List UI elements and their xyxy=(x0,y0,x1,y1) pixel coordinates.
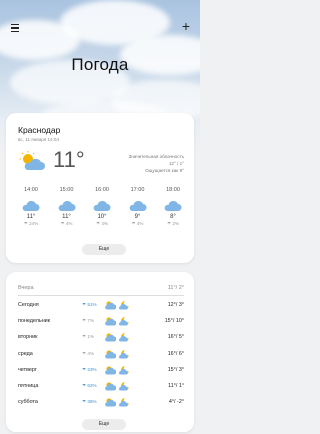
daily-row[interactable]: среда ☂ 4% 16°/ 6° xyxy=(18,349,184,359)
day-weather-icon xyxy=(105,349,116,359)
day-name: среда xyxy=(18,350,33,357)
day-temp: 12°/ 3° xyxy=(167,302,184,308)
condition-text: Значительная облачность xyxy=(128,154,184,159)
day-precip: ☂ 1% xyxy=(82,334,95,340)
hourly-item: 15:00 11° ☂ 4% xyxy=(54,187,80,227)
day-name: понедельник xyxy=(18,318,51,325)
hour-precip: ☂ 4% xyxy=(131,221,144,226)
hour-temp: 8° xyxy=(170,214,176,220)
hour-time: 15:00 xyxy=(59,187,74,193)
hour-temp: 9° xyxy=(134,214,141,220)
daily-more-button[interactable]: Еще xyxy=(82,419,126,430)
partly-cloudy-icon xyxy=(19,151,45,170)
night-weather-icon xyxy=(118,398,129,407)
day-temp: 16°/ 6° xyxy=(167,350,184,357)
hourly-item: 14:00 11° ☂ 24% xyxy=(18,187,44,227)
day-precip: ☂ 4% xyxy=(82,350,95,356)
hi-lo-text: 12° / 1° xyxy=(168,161,184,166)
daily-row[interactable]: понедельник ☂ 7% 15°/ 10° xyxy=(18,316,184,326)
day-weather-icon xyxy=(105,317,116,326)
hour-temp: 11° xyxy=(62,214,71,220)
daily-row[interactable]: четверг ☂ 23% 15°/ 3° xyxy=(18,365,184,375)
hour-temp: 11° xyxy=(26,214,36,220)
page-title: Погода xyxy=(71,55,129,74)
day-weather-icon xyxy=(105,366,116,375)
hourly-item: 17:00 9° ☂ 4% xyxy=(125,187,151,227)
cloud-icon xyxy=(58,200,75,211)
current-temperature: 11° xyxy=(53,147,85,172)
yesterday-row: Вчера 11°/ 2° xyxy=(18,285,184,291)
hour-precip: ☂ 24% xyxy=(23,221,39,226)
daily-row[interactable]: пятница ☂ 62% 11°/ 1° xyxy=(18,381,184,391)
add-location-icon[interactable]: + xyxy=(182,19,190,33)
daily-forecast-card: Вчера 11°/ 2° Сегодня ☂ 51% 12°/ 3° понедел… xyxy=(6,272,194,432)
hour-time: 16:00 xyxy=(95,187,109,193)
day-name: Сегодня xyxy=(18,302,39,308)
cloud-icon xyxy=(129,200,146,211)
night-weather-icon xyxy=(118,301,129,310)
current-date: вс, 11 января 14:04 xyxy=(18,137,60,142)
night-weather-icon xyxy=(118,365,129,375)
hour-time: 14:00 xyxy=(24,187,38,193)
day-temp: 4°/ -2° xyxy=(168,399,184,406)
top-bar: + xyxy=(0,19,200,36)
daily-row[interactable]: вторник ☂ 1% 16°/ 5° xyxy=(18,332,184,342)
day-temp: 15°/ 3° xyxy=(167,366,184,373)
night-weather-icon xyxy=(118,382,129,391)
day-weather-icon xyxy=(105,398,116,407)
daily-row[interactable]: суббота ☂ 35% 4°/ -2° xyxy=(18,397,184,407)
day-weather-icon xyxy=(105,382,116,391)
current-weather-card[interactable]: Краснодар вс, 11 января 14:04 11° Значит… xyxy=(6,113,194,263)
day-precip: ☂ 35% xyxy=(82,399,97,405)
day-name: вторник xyxy=(18,334,38,341)
hour-precip: ☂ 4% xyxy=(60,221,73,226)
cloud-icon xyxy=(164,200,182,211)
night-weather-icon xyxy=(118,333,129,342)
day-precip: ☂ 23% xyxy=(82,366,97,372)
night-weather-icon xyxy=(118,349,129,359)
day-weather-icon xyxy=(105,301,116,310)
hourly-more-button[interactable]: Еще xyxy=(82,244,126,255)
hourly-forecast: 14:00 11° ☂ 24% 15:00 11° ☂ 4% 16:00 10°… xyxy=(18,187,186,227)
current-condition-block: Значительная облачность 12° / 1° Ощущает… xyxy=(128,153,184,174)
day-precip: ☂ 62% xyxy=(82,383,97,388)
day-weather-icon xyxy=(105,333,116,342)
day-precip: ☂ 7% xyxy=(82,318,95,324)
day-precip: ☂ 51% xyxy=(82,302,97,307)
cloud-icon xyxy=(93,200,111,211)
cloud-icon xyxy=(22,200,40,211)
daily-row[interactable]: Сегодня ☂ 51% 12°/ 3° xyxy=(18,300,184,310)
night-weather-icon xyxy=(118,317,129,326)
yesterday-temp: 11°/ 2° xyxy=(167,285,184,291)
hour-time: 18:00 xyxy=(166,187,180,193)
hour-temp: 10° xyxy=(97,214,107,220)
yesterday-label: Вчера xyxy=(18,285,34,291)
day-temp: 16°/ 5° xyxy=(167,334,184,341)
menu-icon[interactable] xyxy=(11,22,21,34)
feels-like-text: Ощущается как 9° xyxy=(145,168,184,173)
hour-time: 17:00 xyxy=(130,187,145,193)
day-name: пятница xyxy=(18,383,39,389)
hourly-item: 16:00 10° ☂ 4% xyxy=(89,187,115,227)
hourly-item: 18:00 8° ☂ 2% xyxy=(160,187,186,227)
hour-precip: ☂ 4% xyxy=(95,221,109,226)
city-name: Краснодар xyxy=(18,125,61,135)
day-temp: 15°/ 10° xyxy=(164,318,184,325)
divider xyxy=(18,295,184,296)
day-name: четверг xyxy=(18,366,37,373)
hour-precip: ☂ 2% xyxy=(166,221,180,226)
day-name: суббота xyxy=(18,399,38,406)
day-temp: 11°/ 1° xyxy=(168,383,184,389)
